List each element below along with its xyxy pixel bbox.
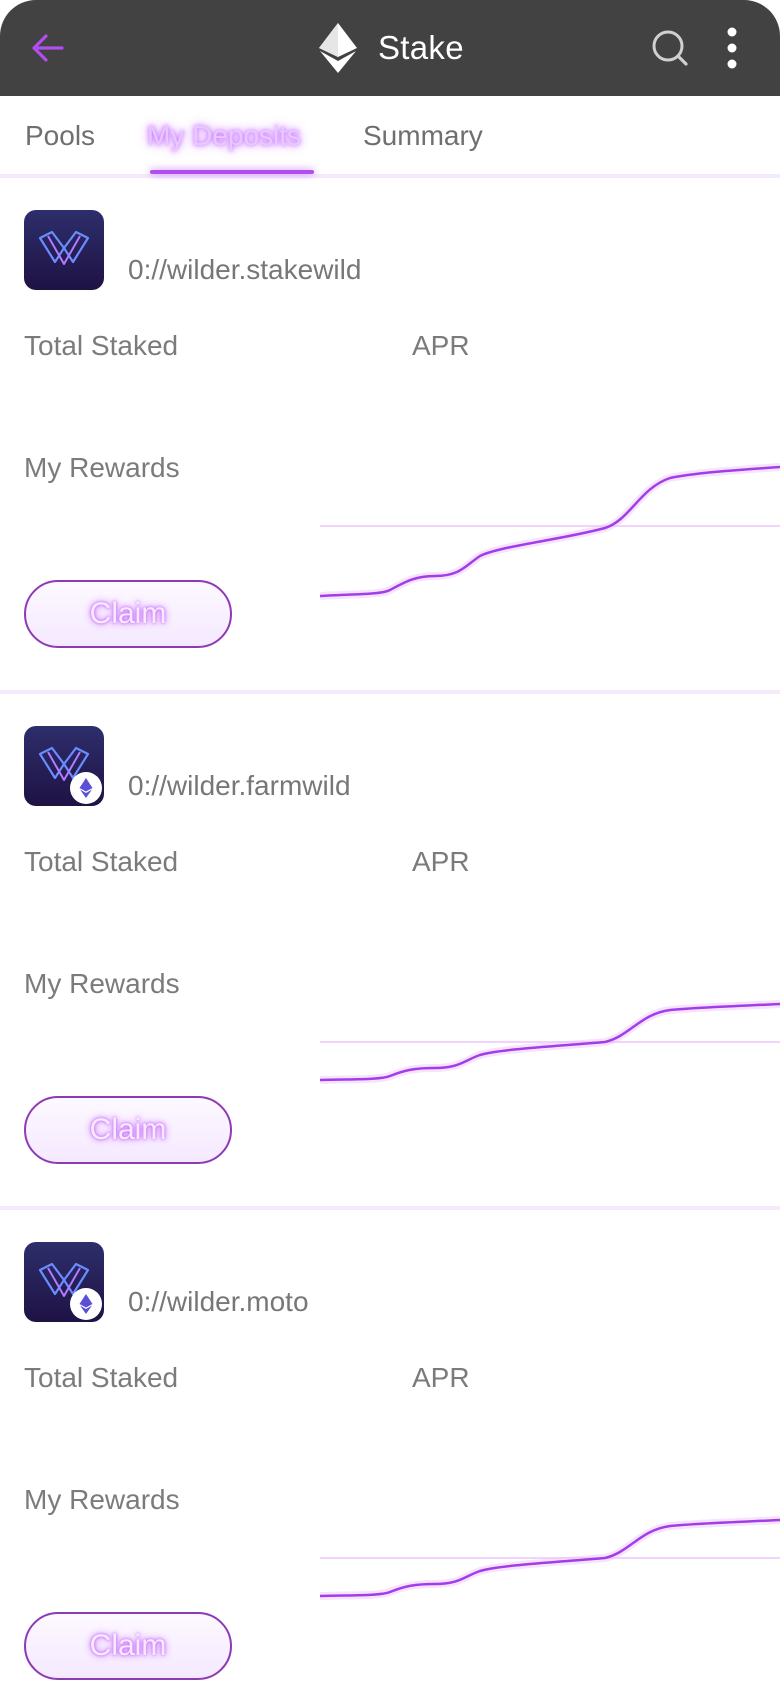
pool-card: 0://wilder.stakewild Total Staked APR My…: [0, 178, 780, 694]
pool-name: 0://wilder.stakewild: [128, 254, 362, 285]
back-button[interactable]: [24, 24, 72, 72]
pool-card: 0://wilder.farmwild Total Staked APR My …: [0, 694, 780, 1210]
ethereum-icon: [319, 23, 357, 73]
tab-bar: Pools My Deposits Summary: [0, 96, 780, 178]
rewards-sparkline: [320, 1516, 780, 1600]
tab-summary[interactable]: Summary: [363, 120, 483, 152]
pool-avatar: [24, 1242, 104, 1322]
my-rewards-label: My Rewards: [24, 968, 180, 999]
ethereum-badge: [70, 1288, 102, 1320]
total-staked-label: Total Staked: [24, 1362, 179, 1393]
pool-avatar: [24, 210, 104, 290]
claim-button[interactable]: Claim: [24, 580, 232, 648]
tab-pools[interactable]: Pools: [25, 120, 95, 152]
my-rewards-label: My Rewards: [24, 452, 180, 483]
stake-screen: Stake Pools My Deposits Summary 0://wild…: [0, 0, 780, 1688]
my-rewards-label: My Rewards: [24, 1484, 180, 1515]
claim-button-label: Claim: [89, 1113, 167, 1146]
active-tab-indicator: [150, 170, 314, 174]
more-vertical-icon: [727, 27, 737, 69]
total-staked-label: Total Staked: [24, 330, 179, 361]
pool-name: 0://wilder.moto: [128, 1286, 309, 1317]
claim-button[interactable]: Claim: [24, 1096, 232, 1164]
page-title: Stake: [378, 29, 464, 66]
total-staked-label: Total Staked: [24, 846, 179, 877]
app-header: Stake: [0, 0, 780, 96]
claim-button[interactable]: Claim: [24, 1612, 232, 1680]
apr-label: APR: [412, 846, 470, 877]
claim-button-label: Claim: [89, 1629, 167, 1662]
arrow-left-icon: [32, 34, 64, 62]
pool-avatar: [24, 726, 104, 806]
pool-name: 0://wilder.farmwild: [128, 770, 351, 801]
search-icon: [652, 30, 688, 66]
ethereum-badge: [70, 772, 102, 804]
more-menu-button[interactable]: [708, 24, 756, 72]
wilder-logo-icon: [38, 230, 90, 265]
ethereum-icon: [79, 778, 93, 798]
ethereum-icon: [79, 1294, 93, 1314]
apr-label: APR: [412, 1362, 470, 1393]
search-button[interactable]: [646, 24, 694, 72]
claim-button-label: Claim: [89, 597, 167, 630]
header-title-group: Stake: [318, 22, 464, 74]
apr-label: APR: [412, 330, 470, 361]
tab-my-deposits[interactable]: My Deposits: [147, 120, 301, 152]
rewards-sparkline: [320, 1000, 780, 1084]
rewards-sparkline: [320, 463, 780, 600]
pool-card: 0://wilder.moto Total Staked APR My Rewa…: [0, 1210, 780, 1688]
